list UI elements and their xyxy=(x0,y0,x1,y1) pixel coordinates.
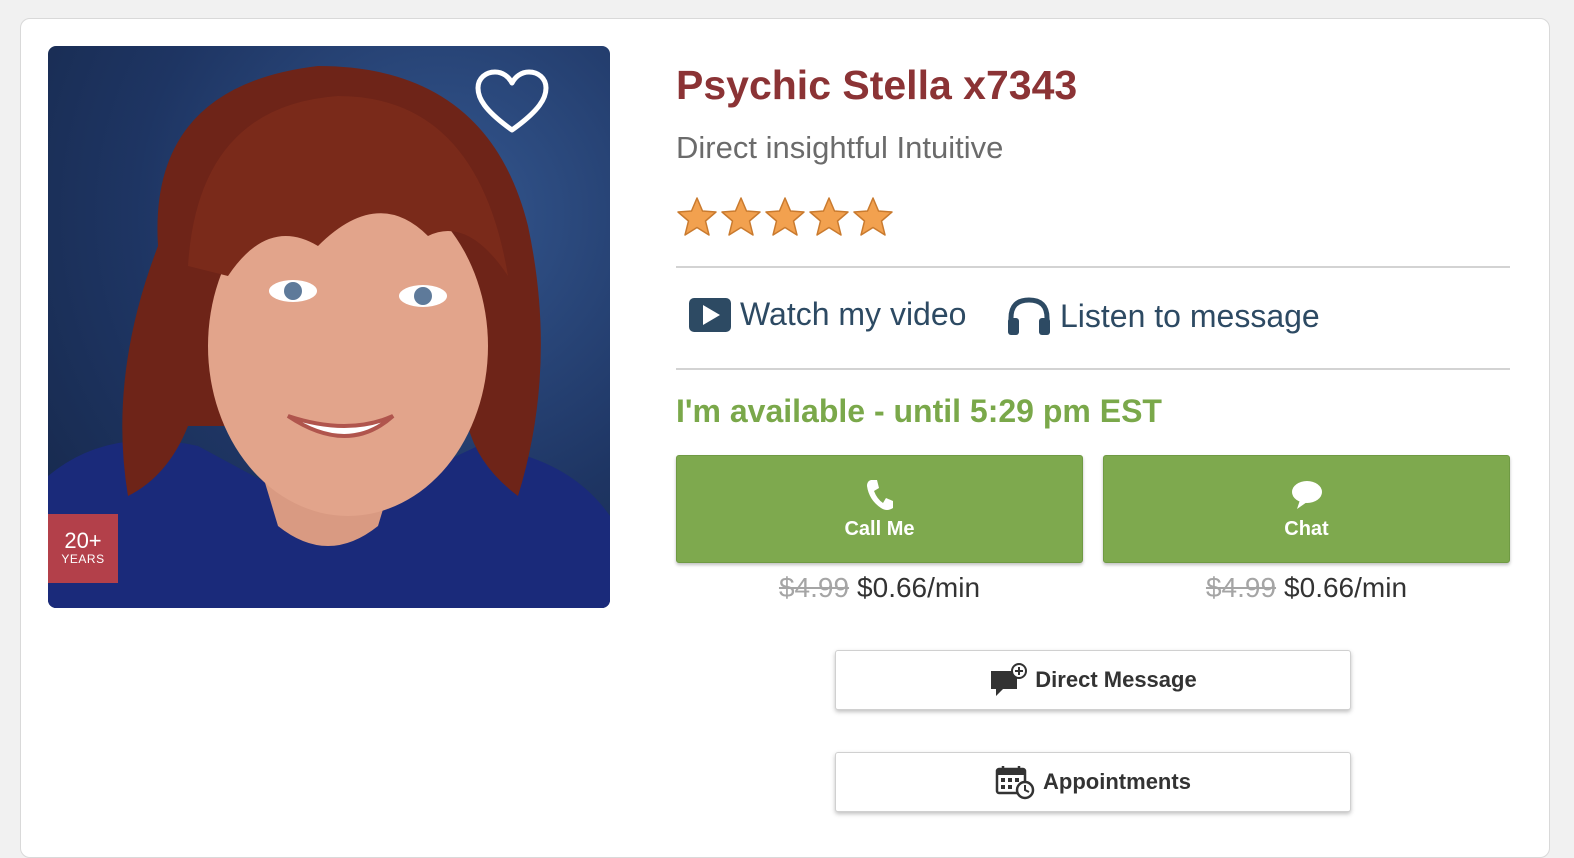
chat-price: $4.99 $0.66/min xyxy=(1103,572,1510,604)
watch-video-link[interactable]: Watch my video xyxy=(688,296,966,333)
call-old-price: $4.99 xyxy=(778,572,850,603)
chat-bubble-icon xyxy=(1291,481,1322,509)
favorite-heart-icon[interactable] xyxy=(474,68,550,136)
call-me-label: Call Me xyxy=(844,518,915,540)
chat-old-price: $4.99 xyxy=(1205,572,1277,603)
calendar-clock-icon xyxy=(995,766,1035,800)
call-current-price: $0.66/min xyxy=(857,572,981,603)
appointments-button[interactable]: Appointments xyxy=(835,752,1351,812)
appointments-label: Appointments xyxy=(1043,769,1191,794)
star-icon xyxy=(721,197,761,236)
divider xyxy=(676,266,1510,268)
direct-message-label: Direct Message xyxy=(1035,667,1197,692)
divider xyxy=(676,368,1510,370)
chat-current-price: $0.66/min xyxy=(1284,572,1408,603)
psychic-tagline: Direct insightful Intuitive xyxy=(676,130,1004,165)
video-play-icon xyxy=(689,297,731,332)
experience-label: YEARS xyxy=(61,552,105,566)
phone-icon xyxy=(866,480,893,510)
star-icon xyxy=(677,197,717,236)
headphones-icon xyxy=(1008,297,1050,335)
listen-message-link[interactable]: Listen to message xyxy=(1006,296,1320,336)
psychic-name: Psychic Stella x7343 xyxy=(676,62,1078,108)
watch-video-label: Watch my video xyxy=(740,296,967,332)
rating-stars xyxy=(676,196,894,240)
star-icon xyxy=(853,197,893,236)
call-price: $4.99 $0.66/min xyxy=(676,572,1083,604)
call-me-button[interactable]: Call Me xyxy=(676,455,1083,563)
experience-value: 20+ xyxy=(64,528,102,553)
chat-label: Chat xyxy=(1284,518,1329,540)
star-icon xyxy=(809,197,849,236)
chat-button[interactable]: Chat xyxy=(1103,455,1510,563)
star-icon xyxy=(765,197,805,236)
listen-message-label: Listen to message xyxy=(1060,297,1320,334)
message-add-icon xyxy=(991,663,1028,696)
availability-status: I'm available - until 5:29 pm EST xyxy=(676,393,1162,429)
experience-badge: 20+ YEARS xyxy=(48,514,118,583)
direct-message-button[interactable]: Direct Message xyxy=(835,650,1351,710)
